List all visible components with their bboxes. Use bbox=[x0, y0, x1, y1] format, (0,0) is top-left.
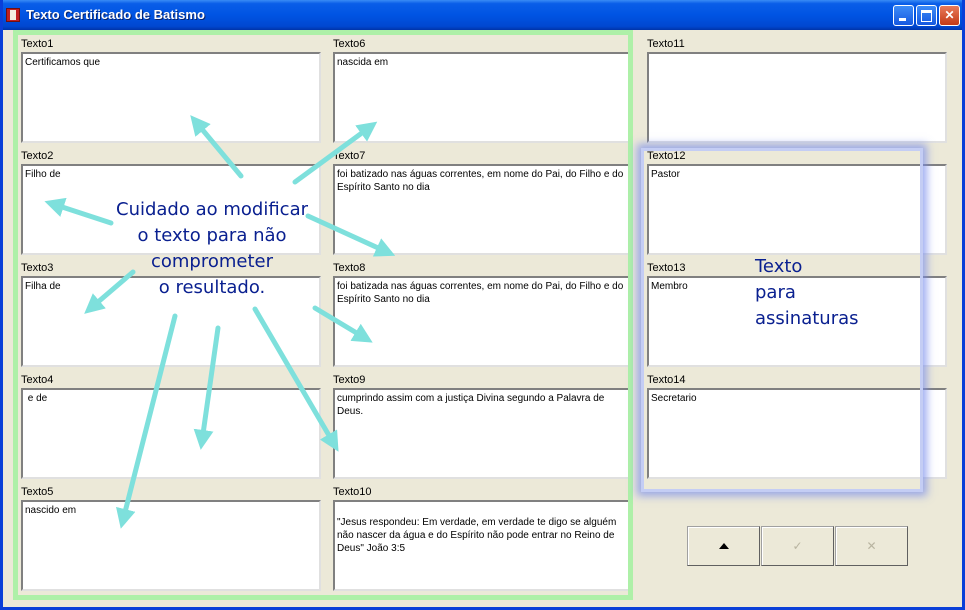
arrow-to-texto5 bbox=[116, 313, 178, 529]
minimize-button[interactable] bbox=[893, 5, 914, 26]
close-button[interactable]: ✕ bbox=[939, 5, 960, 26]
warning-line-2: o texto para não bbox=[137, 225, 287, 246]
title-bar[interactable]: Texto Certificado de Batismo ✕ bbox=[3, 0, 962, 30]
form-body: Texto1 Certificamos que Texto2 Filho de … bbox=[3, 30, 962, 607]
cancel-button[interactable]: ✕ bbox=[835, 526, 908, 566]
arrow-to-texto8 bbox=[312, 305, 373, 343]
warning-line-1: Cuidado ao modificar bbox=[116, 199, 308, 220]
signatures-line-2: para bbox=[755, 282, 796, 303]
arrow-to-texto1 bbox=[190, 115, 244, 179]
move-up-button[interactable] bbox=[687, 526, 760, 566]
signatures-note: Texto para assinaturas bbox=[755, 254, 859, 332]
signatures-line-3: assinaturas bbox=[755, 308, 859, 329]
check-icon: ✓ bbox=[792, 539, 803, 553]
arrow-to-texto9 bbox=[252, 306, 339, 452]
close-icon: ✕ bbox=[944, 8, 955, 22]
minimize-icon bbox=[899, 18, 906, 21]
warning-line-4: o resultado. bbox=[158, 277, 266, 298]
triangle-up-icon bbox=[718, 543, 729, 549]
confirm-button[interactable]: ✓ bbox=[761, 526, 834, 566]
arrow-to-texto6 bbox=[292, 121, 378, 185]
main-window: Texto Certificado de Batismo ✕ Texto1 Ce… bbox=[0, 0, 965, 610]
app-book-icon[interactable] bbox=[6, 8, 20, 22]
maximize-button[interactable] bbox=[916, 5, 937, 26]
arrow-to-texto4 bbox=[193, 325, 221, 450]
signatures-line-1: Texto bbox=[755, 256, 803, 277]
window-title: Texto Certificado de Batismo bbox=[26, 7, 205, 22]
cancel-icon: ✕ bbox=[866, 539, 877, 553]
warning-note: Cuidado ao modificar o texto para não co… bbox=[103, 197, 321, 301]
warning-line-3: comprometer bbox=[150, 251, 274, 272]
maximize-icon bbox=[921, 10, 932, 22]
